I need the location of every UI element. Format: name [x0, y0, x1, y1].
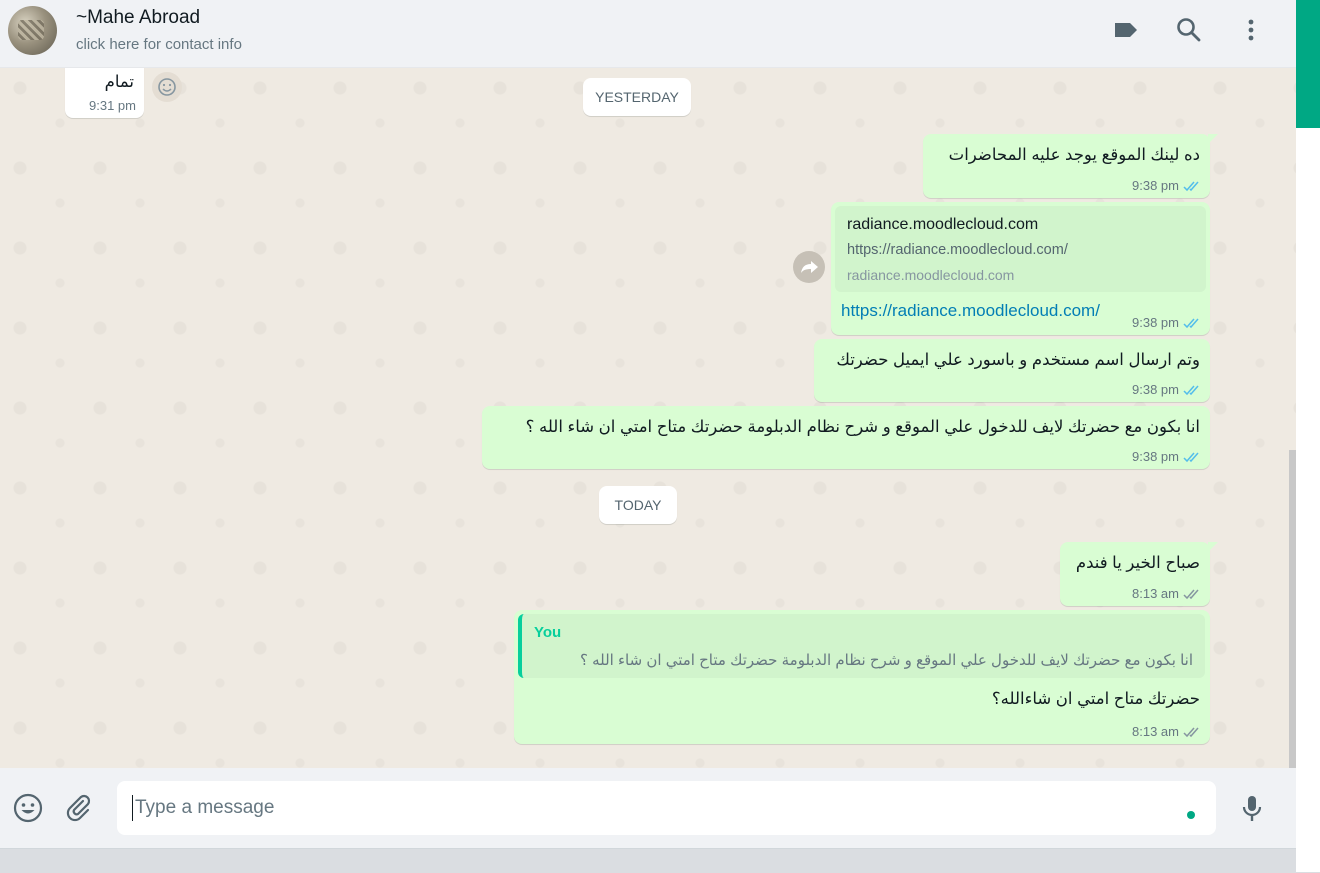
- contact-info-hint[interactable]: click here for contact info: [76, 36, 242, 53]
- read-ticks-icon: [1183, 318, 1199, 328]
- chat-scrollbar[interactable]: [1289, 450, 1296, 768]
- message-outgoing[interactable]: وتم ارسال اسم مستخدم و باسورد علي ايميل …: [814, 339, 1210, 402]
- window-bottom-bar: [0, 848, 1296, 873]
- quoted-author: You: [534, 624, 562, 641]
- status-dot: [1187, 811, 1195, 819]
- message-text: حضرتك متاح امتي ان شاءالله؟: [991, 690, 1200, 708]
- message-meta: 9:38 pm: [1132, 449, 1202, 464]
- message-text: وتم ارسال اسم مستخدم و باسورد علي ايميل …: [836, 351, 1200, 369]
- quoted-message[interactable]: You انا بكون مع حضرتك لايف للدخول علي ال…: [518, 614, 1205, 678]
- message-meta: 8:13 am: [1132, 586, 1202, 601]
- attach-icon[interactable]: [63, 792, 95, 824]
- text-caret: [132, 795, 133, 821]
- message-outgoing-link[interactable]: radiance.moodlecloud.com https://radianc…: [831, 202, 1210, 335]
- forward-icon[interactable]: [793, 251, 825, 283]
- message-time: 9:38 pm: [1132, 382, 1179, 397]
- message-time: 8:13 am: [1132, 586, 1179, 601]
- read-ticks-icon: [1183, 385, 1199, 395]
- link-preview-card[interactable]: radiance.moodlecloud.com https://radianc…: [835, 206, 1206, 292]
- message-outgoing[interactable]: ده لينك الموقع يوجد عليه المحاضرات 9:38 …: [923, 134, 1218, 198]
- message-time: 9:38 pm: [1132, 449, 1179, 464]
- message-text: ده لينك الموقع يوجد عليه المحاضرات: [948, 146, 1200, 164]
- message-composer: [0, 768, 1296, 848]
- contact-avatar[interactable]: [8, 6, 57, 55]
- quoted-text: انا بكون مع حضرتك لايف للدخول علي الموقع…: [579, 652, 1193, 669]
- message-outgoing-reply[interactable]: You انا بكون مع حضرتك لايف للدخول علي ال…: [514, 610, 1210, 744]
- search-icon[interactable]: [1173, 14, 1205, 46]
- chat-header[interactable]: ~Mahe Abroad click here for contact info: [0, 0, 1296, 68]
- date-divider-yesterday: YESTERDAY: [583, 78, 691, 116]
- date-divider-today: TODAY: [599, 486, 677, 524]
- message-list[interactable]: تمام 9:31 pm YESTERDAY ده لينك الموقع يو…: [0, 68, 1296, 768]
- message-time: 9:38 pm: [1132, 178, 1179, 193]
- message-meta: 9:38 pm: [1132, 178, 1202, 193]
- message-meta: 9:38 pm: [1132, 315, 1202, 330]
- message-incoming[interactable]: تمام 9:31 pm: [65, 68, 144, 118]
- emoji-icon[interactable]: [12, 792, 44, 824]
- mic-icon[interactable]: [1236, 792, 1268, 824]
- message-text: انا بكون مع حضرتك لايف للدخول علي الموقع…: [525, 418, 1200, 436]
- message-meta: 8:13 am: [1132, 724, 1202, 739]
- link-preview-host: radiance.moodlecloud.com: [847, 267, 1015, 283]
- link-preview-title: radiance.moodlecloud.com: [847, 216, 1039, 233]
- menu-dots-icon[interactable]: [1235, 14, 1267, 46]
- delivered-ticks-icon: [1183, 589, 1199, 599]
- side-panel-accent: [1296, 0, 1320, 128]
- message-meta: 9:31 pm: [89, 98, 136, 113]
- message-time: 9:31 pm: [89, 98, 136, 113]
- side-panel-edge: [1296, 0, 1320, 872]
- react-emoji-icon[interactable]: [152, 72, 182, 102]
- link-preview-url: https://radiance.moodlecloud.com/: [847, 242, 1068, 258]
- delivered-ticks-icon: [1183, 727, 1199, 737]
- message-text: صباح الخير يا فندم: [1075, 554, 1200, 572]
- message-input[interactable]: [117, 781, 1216, 835]
- read-ticks-icon: [1183, 181, 1199, 191]
- message-time: 8:13 am: [1132, 724, 1179, 739]
- message-meta: 9:38 pm: [1132, 382, 1202, 397]
- message-text: تمام: [104, 73, 134, 91]
- read-ticks-icon: [1183, 452, 1199, 462]
- message-outgoing[interactable]: صباح الخير يا فندم 8:13 am: [1060, 542, 1218, 606]
- message-time: 9:38 pm: [1132, 315, 1179, 330]
- contact-name[interactable]: ~Mahe Abroad: [76, 7, 200, 29]
- message-link[interactable]: https://radiance.moodlecloud.com/: [841, 301, 1100, 321]
- label-icon[interactable]: [1110, 14, 1142, 46]
- message-outgoing[interactable]: انا بكون مع حضرتك لايف للدخول علي الموقع…: [482, 406, 1210, 469]
